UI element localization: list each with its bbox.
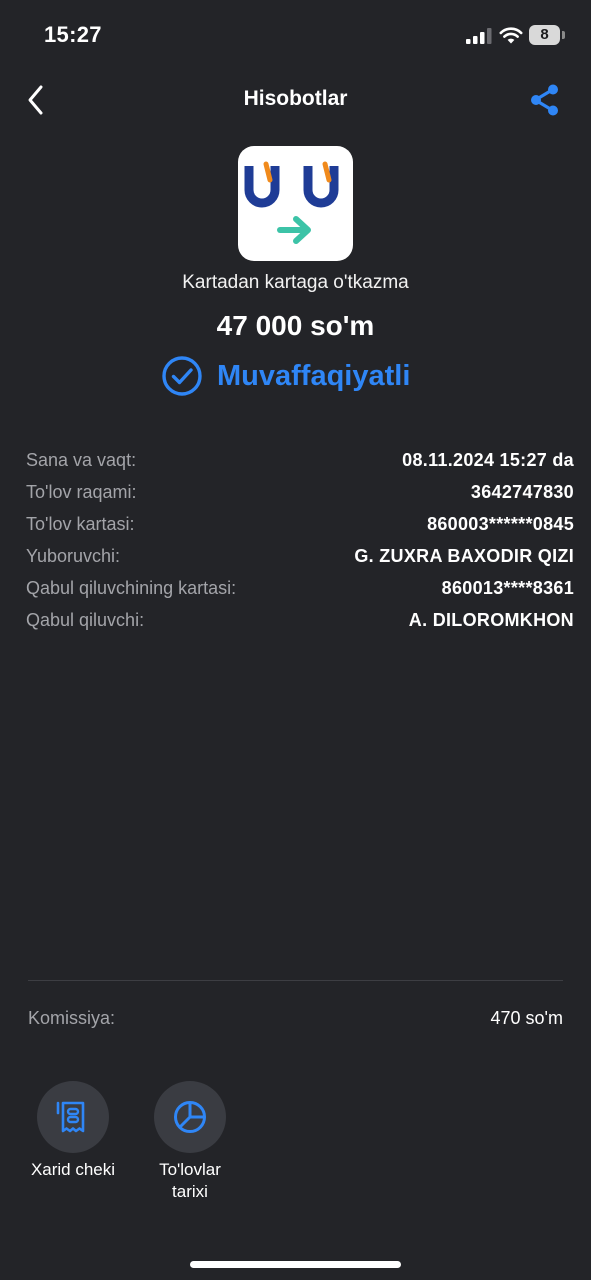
detail-row-date: Sana va vaqt: 08.11.2024 15:27 da (26, 444, 574, 476)
transaction-amount: 47 000 so'm (216, 310, 375, 341)
detail-row-payment-number: To'lov raqami: 3642747830 (26, 476, 574, 508)
check-circle-icon (162, 356, 202, 396)
pie-chart-icon (174, 1101, 206, 1133)
status-time: 15:27 (44, 22, 102, 47)
fee-label: Komissiya: (28, 1008, 116, 1028)
detail-row-payment-card: To'lov kartasi: 860003******0845 (26, 508, 574, 540)
fee-row: Komissiya: 470 so'm (28, 1008, 563, 1029)
detail-value: G. ZUXRA BAXODIR QIZI (354, 545, 574, 566)
transaction-type: Kartadan kartaga o'tkazma (182, 272, 409, 293)
detail-row-sender: Yuboruvchi: G. ZUXRA BAXODIR QIZI (26, 540, 574, 572)
detail-label: Qabul qiluvchining kartasi: (26, 577, 237, 598)
payments-history-button[interactable]: To'lovlar tarixi (120, 1081, 260, 1203)
payments-history-button-circle[interactable] (154, 1081, 226, 1153)
battery-level: 8 (540, 26, 549, 43)
detail-value: 3642747830 (470, 481, 574, 502)
status-text: Muvaffaqiyatli (217, 359, 411, 392)
detail-value: 08.11.2024 15:27 da (402, 449, 574, 470)
divider (28, 980, 563, 981)
fee-value: 470 so'm (490, 1008, 563, 1028)
share-icon[interactable] (527, 82, 563, 118)
detail-label: Sana va vaqt: (26, 449, 137, 470)
detail-value: 860013****8361 (441, 577, 574, 598)
home-indicator (190, 1261, 401, 1268)
transaction-status: Muvaffaqiyatli (161, 354, 410, 398)
receipt-icon (56, 1101, 85, 1133)
status-bar: 15:27 8 (0, 0, 591, 70)
detail-row-recipient-card: Qabul qiluvchining kartasi: 860013****83… (26, 572, 574, 604)
cellular-signal-icon (466, 28, 492, 44)
transaction-details: Sana va vaqt: 08.11.2024 15:27 da To'lov… (26, 444, 574, 636)
detail-value: A. DILOROMKHON (408, 609, 574, 630)
detail-label: Yuboruvchi: (26, 545, 121, 566)
detail-label: Qabul qiluvchi: (26, 609, 145, 630)
transfer-logo (238, 146, 353, 261)
detail-label: To'lov raqami: (26, 481, 137, 502)
nav-bar: Hisobotlar (0, 70, 591, 130)
payments-history-button-label: To'lovlar tarixi (159, 1160, 221, 1201)
page-title: Hisobotlar (243, 87, 348, 110)
wifi-icon (499, 27, 523, 44)
detail-value: 860003******0845 (427, 513, 574, 534)
card-to-card-logo-icon (244, 161, 339, 244)
battery-icon: 8 (529, 25, 565, 45)
detail-label: To'lov kartasi: (26, 513, 135, 534)
detail-row-recipient: Qabul qiluvchi: A. DILOROMKHON (26, 604, 574, 636)
receipt-button-circle[interactable] (37, 1081, 109, 1153)
